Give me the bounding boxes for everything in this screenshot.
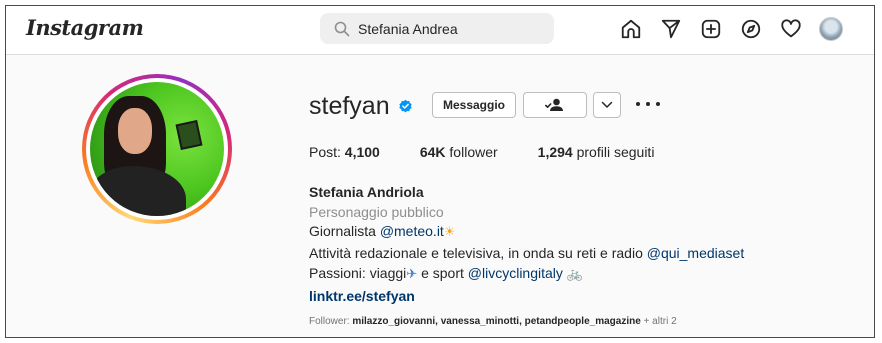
chevron-down-icon [601, 101, 613, 108]
new-post-button[interactable] [698, 16, 724, 42]
message-button[interactable]: Messaggio [432, 92, 516, 118]
search-icon [334, 21, 350, 36]
airplane-emoji-icon: ✈ [406, 267, 418, 282]
posts-count: Post: 4,100 [309, 144, 380, 160]
explore-button[interactable] [738, 16, 764, 42]
verified-badge-icon [399, 99, 412, 113]
profile-avatar [819, 17, 843, 41]
suggestions-dropdown-button[interactable] [593, 92, 621, 118]
instagram-logo[interactable]: Instagram [26, 15, 144, 40]
bio-external-link[interactable]: linktr.ee/stefyan [309, 288, 415, 304]
app-window: Instagram Stefania Andrea stefyan Messag… [5, 5, 875, 338]
search-input[interactable] [358, 20, 528, 37]
new-post-icon [701, 19, 721, 39]
mention-mediaset[interactable]: @qui_mediaset [647, 245, 745, 261]
home-button[interactable] [618, 16, 644, 42]
nav-icons [618, 16, 858, 42]
person-check-icon [545, 98, 563, 111]
activity-button[interactable] [778, 16, 804, 42]
mention-livcyclingitaly[interactable]: @livcyclingitaly [468, 265, 563, 281]
bio-line-1: Giornalista @meteo.it☀ [309, 223, 456, 240]
profile-picture-ring[interactable] [82, 74, 232, 224]
profile-stats: Post: 4,100 64K follower 1,294 profili s… [309, 144, 654, 160]
sun-emoji-icon: ☀ [443, 225, 456, 240]
following-button[interactable] [523, 92, 587, 118]
mention-meteo[interactable]: @meteo.it [380, 223, 444, 239]
following-count[interactable]: 1,294 profili seguiti [538, 144, 655, 160]
profile-menu-button[interactable] [818, 16, 844, 42]
profile-username: stefyan [309, 92, 390, 120]
home-icon [621, 19, 641, 39]
send-icon [661, 19, 681, 39]
search-box[interactable] [320, 13, 554, 44]
followers-count[interactable]: 64K follower [420, 144, 498, 160]
more-options-icon[interactable] [636, 97, 660, 111]
bio-line-2: Attività redazionale e televisiva, in on… [309, 245, 745, 261]
top-navigation-bar: Instagram [6, 6, 874, 55]
cyclist-emoji-icon: 🚲 [566, 267, 583, 282]
followed-by-summary[interactable]: Follower: milazzo_giovanni, vanessa_mino… [309, 316, 677, 327]
bio-line-3: Passioni: viaggi✈ e sport @livcyclingita… [309, 265, 583, 282]
explore-icon [741, 19, 761, 39]
direct-messages-button[interactable] [658, 16, 684, 42]
heart-icon [781, 19, 801, 38]
profile-full-name: Stefania Andriola [309, 184, 424, 200]
profile-picture [90, 82, 224, 216]
profile-category: Personaggio pubblico [309, 204, 444, 220]
